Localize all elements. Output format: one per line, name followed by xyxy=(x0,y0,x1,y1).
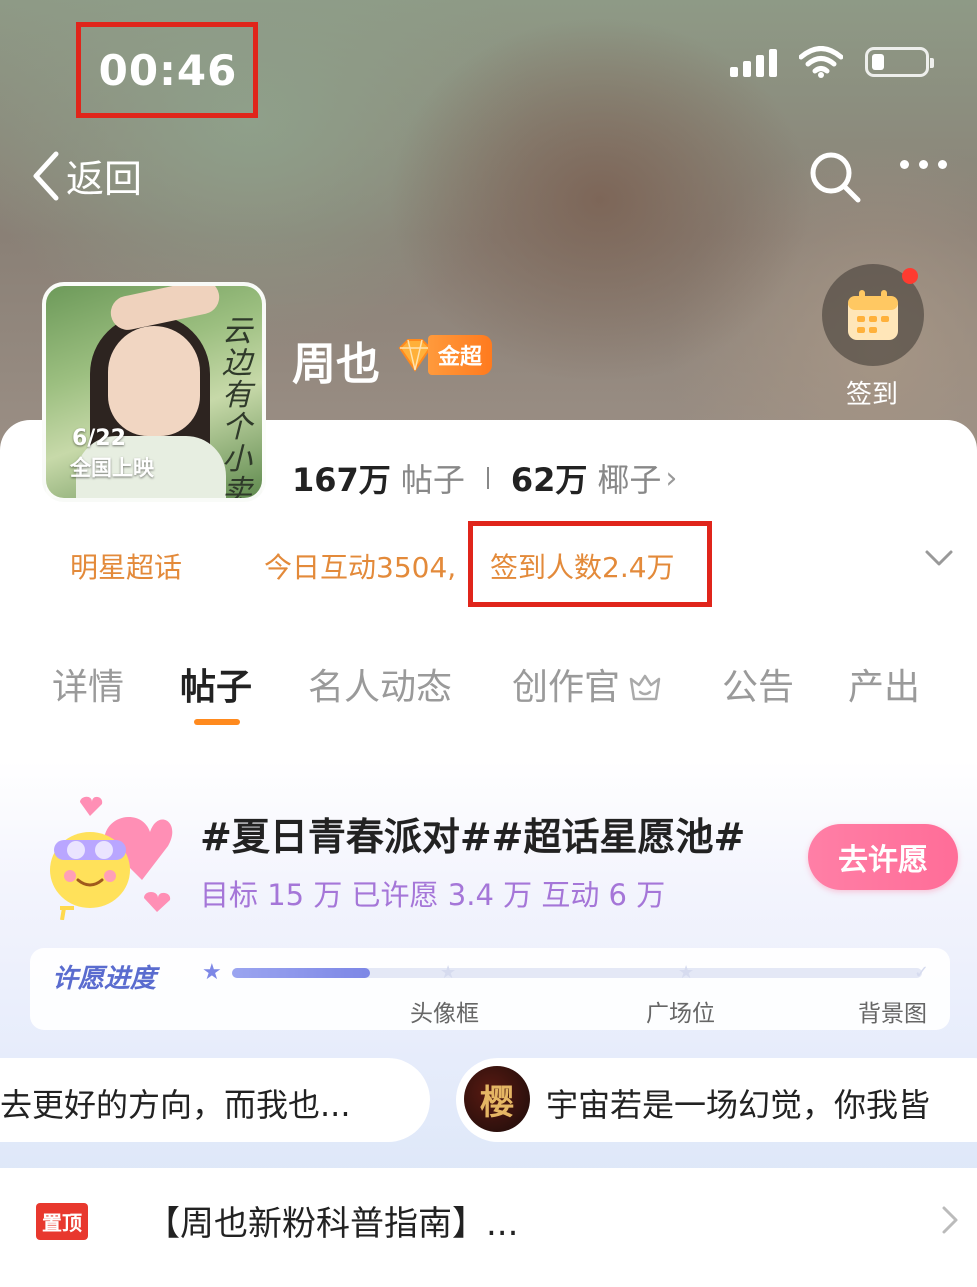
milestone-avatar-frame: 头像框 xyxy=(410,1001,479,1027)
search-icon[interactable] xyxy=(808,150,862,204)
calendar-icon xyxy=(848,290,898,340)
coconut-label: 椰子 xyxy=(597,461,662,499)
wish-progress-fill xyxy=(232,968,370,978)
tab-creator-label: 创作官 xyxy=(512,667,621,708)
gold-super-badge: 金超 xyxy=(396,335,493,375)
back-button[interactable]: 返回 xyxy=(28,148,142,203)
cover-release: 全国上映 xyxy=(70,456,154,480)
chevron-right-icon: › xyxy=(665,460,678,496)
tab-output[interactable]: 产出 xyxy=(848,658,920,710)
tab-creator[interactable]: 创作官 xyxy=(512,658,663,710)
coconut-count: 62万 xyxy=(510,461,588,499)
milestone-star-icon: ★ xyxy=(440,962,457,983)
ticker-text-left: 去更好的方向，而我也... xyxy=(0,1086,351,1124)
chevron-right-icon xyxy=(942,1206,958,1234)
topic-cover-image[interactable]: 云边有个小卖部 6/22 全国上映 xyxy=(42,282,266,502)
topic-category: 明星超话 xyxy=(70,551,183,584)
highlight-box-signin-count xyxy=(468,521,712,607)
milestone-star-icon: ★ xyxy=(678,962,695,983)
progress-start-star-icon: ★ xyxy=(202,960,222,985)
make-wish-button[interactable]: 去许愿 xyxy=(808,824,958,890)
mascot-heart-icon xyxy=(50,796,173,920)
today-interaction: 今日互动3504, xyxy=(264,551,457,584)
tab-bar: 详情 帖子 名人动态 创作官 公告 产出 xyxy=(0,658,977,728)
stats-divider xyxy=(486,467,489,489)
milestone-check-icon: ✓ xyxy=(914,962,930,983)
more-icon[interactable] xyxy=(900,160,947,169)
posts-count: 167万 xyxy=(292,461,391,499)
milestone-square-slot: 广场位 xyxy=(646,1001,715,1027)
ticker-text-right: 宇宙若是一场幻觉，你我皆 xyxy=(546,1086,931,1124)
cellular-signal-icon xyxy=(730,47,777,77)
wish-pool-stats: 目标 15 万 已许愿 3.4 万 互动 6 万 xyxy=(200,878,666,912)
milestone-background: 背景图 xyxy=(858,1001,927,1027)
cover-date: 6/22 xyxy=(72,426,126,451)
chevron-left-icon xyxy=(33,151,59,200)
tab-celebrity-updates[interactable]: 名人动态 xyxy=(308,658,452,710)
badge-label: 金超 xyxy=(428,335,493,375)
status-icons xyxy=(730,46,934,78)
topic-stats[interactable]: 167万 帖子 62万 椰子 › xyxy=(292,455,677,501)
highlight-box-time xyxy=(76,22,258,118)
tab-details[interactable]: 详情 xyxy=(52,658,124,710)
back-label: 返回 xyxy=(66,157,143,201)
wish-progress-card xyxy=(30,948,950,1030)
pinned-post-title: 【周也新粉科普指南】... xyxy=(146,1204,519,1244)
battery-icon xyxy=(865,47,934,77)
topic-title: 周也 xyxy=(292,339,380,390)
notification-dot xyxy=(902,268,918,284)
signin-label: 签到 xyxy=(846,380,899,410)
avatar: 樱 xyxy=(464,1066,530,1132)
creator-badge-icon xyxy=(630,674,661,701)
tab-announcements[interactable]: 公告 xyxy=(722,658,794,710)
tab-posts[interactable]: 帖子 xyxy=(180,658,252,710)
wish-pool-title[interactable]: #夏日青春派对##超话星愿池# xyxy=(200,806,745,861)
wifi-icon xyxy=(799,46,843,78)
posts-label: 帖子 xyxy=(400,461,465,499)
wish-progress-title: 许愿进度 xyxy=(52,964,157,994)
active-tab-indicator xyxy=(194,719,240,725)
pinned-badge: 置顶 xyxy=(36,1203,88,1240)
signin-button[interactable] xyxy=(822,264,924,366)
chevron-down-icon[interactable] xyxy=(924,548,954,568)
cover-film-title: 云边有个小卖部 xyxy=(222,314,252,502)
